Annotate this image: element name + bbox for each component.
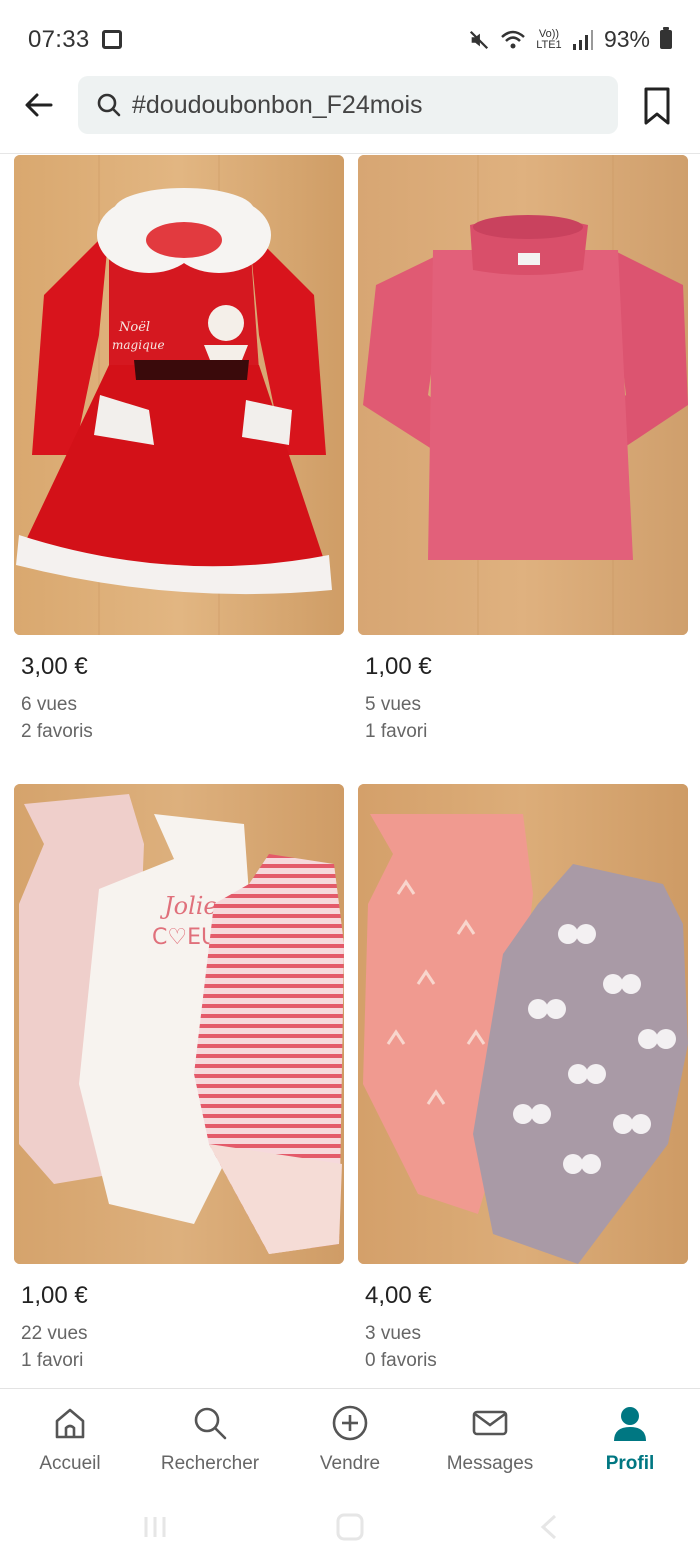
item-card[interactable]: Noël magique 3,00 € 6 vues 2 favoris [14,155,344,745]
item-card[interactable]: 1,00 € 5 vues 1 favori [358,155,688,745]
nav-home[interactable]: Accueil [0,1389,140,1498]
nav-search-label: Rechercher [160,1453,260,1474]
item-grid: Noël magique 3,00 € 6 vues 2 favoris 1,0… [14,155,688,1387]
item-photo[interactable]: Jolie C♡EU [14,784,344,1264]
item-price: 3,00 € [21,653,88,680]
pink-turtleneck-top-image [358,155,688,635]
wifi-icon [501,30,525,48]
arrow-left-icon [25,93,53,117]
search-bar[interactable] [78,76,618,134]
item-favorites: 1 favori [21,1350,84,1371]
item-views: 6 vues [21,694,77,715]
mute-icon [469,30,489,49]
svg-text:Noël: Noël [118,320,150,335]
plus-circle-icon [332,1405,368,1441]
status-time: 07:33 [28,26,90,53]
item-price: 4,00 € [365,1282,432,1309]
status-icons: Vo)) LTE1 93% [468,26,672,53]
item-views: 3 vues [365,1323,421,1344]
back-system-icon[interactable] [535,1512,565,1542]
svg-text:C♡EU: C♡EU [152,925,217,950]
nav-search[interactable]: Rechercher [140,1389,280,1498]
system-navigation [0,1498,700,1556]
home-icon [55,1408,85,1439]
envelope-icon [472,1410,508,1436]
network-label: Vo)) LTE1 [536,27,562,51]
battery-percent: 93% [603,26,650,52]
profile-icon [614,1407,646,1441]
nav-sell[interactable]: Vendre [280,1389,420,1498]
nav-home-label: Accueil [39,1453,101,1474]
save-search-button[interactable] [640,86,678,128]
back-button[interactable] [20,86,58,124]
home-screen-icon[interactable] [335,1512,365,1542]
three-baby-bodysuits-image: Jolie C♡EU [14,784,344,1264]
search-input[interactable] [132,90,592,120]
nav-profile[interactable]: Profil [560,1389,700,1498]
item-favorites: 0 favoris [365,1350,437,1371]
item-card[interactable]: 4,00 € 3 vues 0 favoris [358,784,688,1374]
nav-sell-label: Vendre [319,1453,381,1474]
gallery-notification-icon [102,30,122,49]
item-price: 1,00 € [21,1282,88,1309]
red-christmas-dress-image: Noël magique [14,155,344,635]
item-views: 5 vues [365,694,421,715]
item-views: 22 vues [21,1323,88,1344]
status-bar: 07:33 Vo)) LTE1 93% [0,0,700,78]
signal-icon [572,29,593,50]
search-icon [97,93,121,117]
svg-text:Jolie: Jolie [159,892,218,920]
item-favorites: 2 favoris [21,721,93,742]
nav-messages-label: Messages [446,1453,534,1474]
item-card[interactable]: Jolie C♡EU 1,00 € 22 vues 1 favori [14,784,344,1374]
bottom-navigation: Accueil Rechercher Vendre Messages Profi… [0,1388,700,1498]
item-photo[interactable] [358,155,688,635]
battery-icon [660,27,672,49]
recent-apps-icon[interactable] [140,1512,170,1542]
pink-and-lilac-bodysuits-image [358,784,688,1264]
svg-text:magique: magique [112,338,165,352]
item-favorites: 1 favori [365,721,428,742]
nav-profile-label: Profil [605,1453,655,1474]
nav-messages[interactable]: Messages [420,1389,560,1498]
search-header [0,72,700,154]
item-photo[interactable]: Noël magique [14,155,344,635]
item-photo[interactable] [358,784,688,1264]
bookmark-icon [644,87,670,125]
item-price: 1,00 € [365,653,432,680]
search-icon [194,1407,227,1440]
